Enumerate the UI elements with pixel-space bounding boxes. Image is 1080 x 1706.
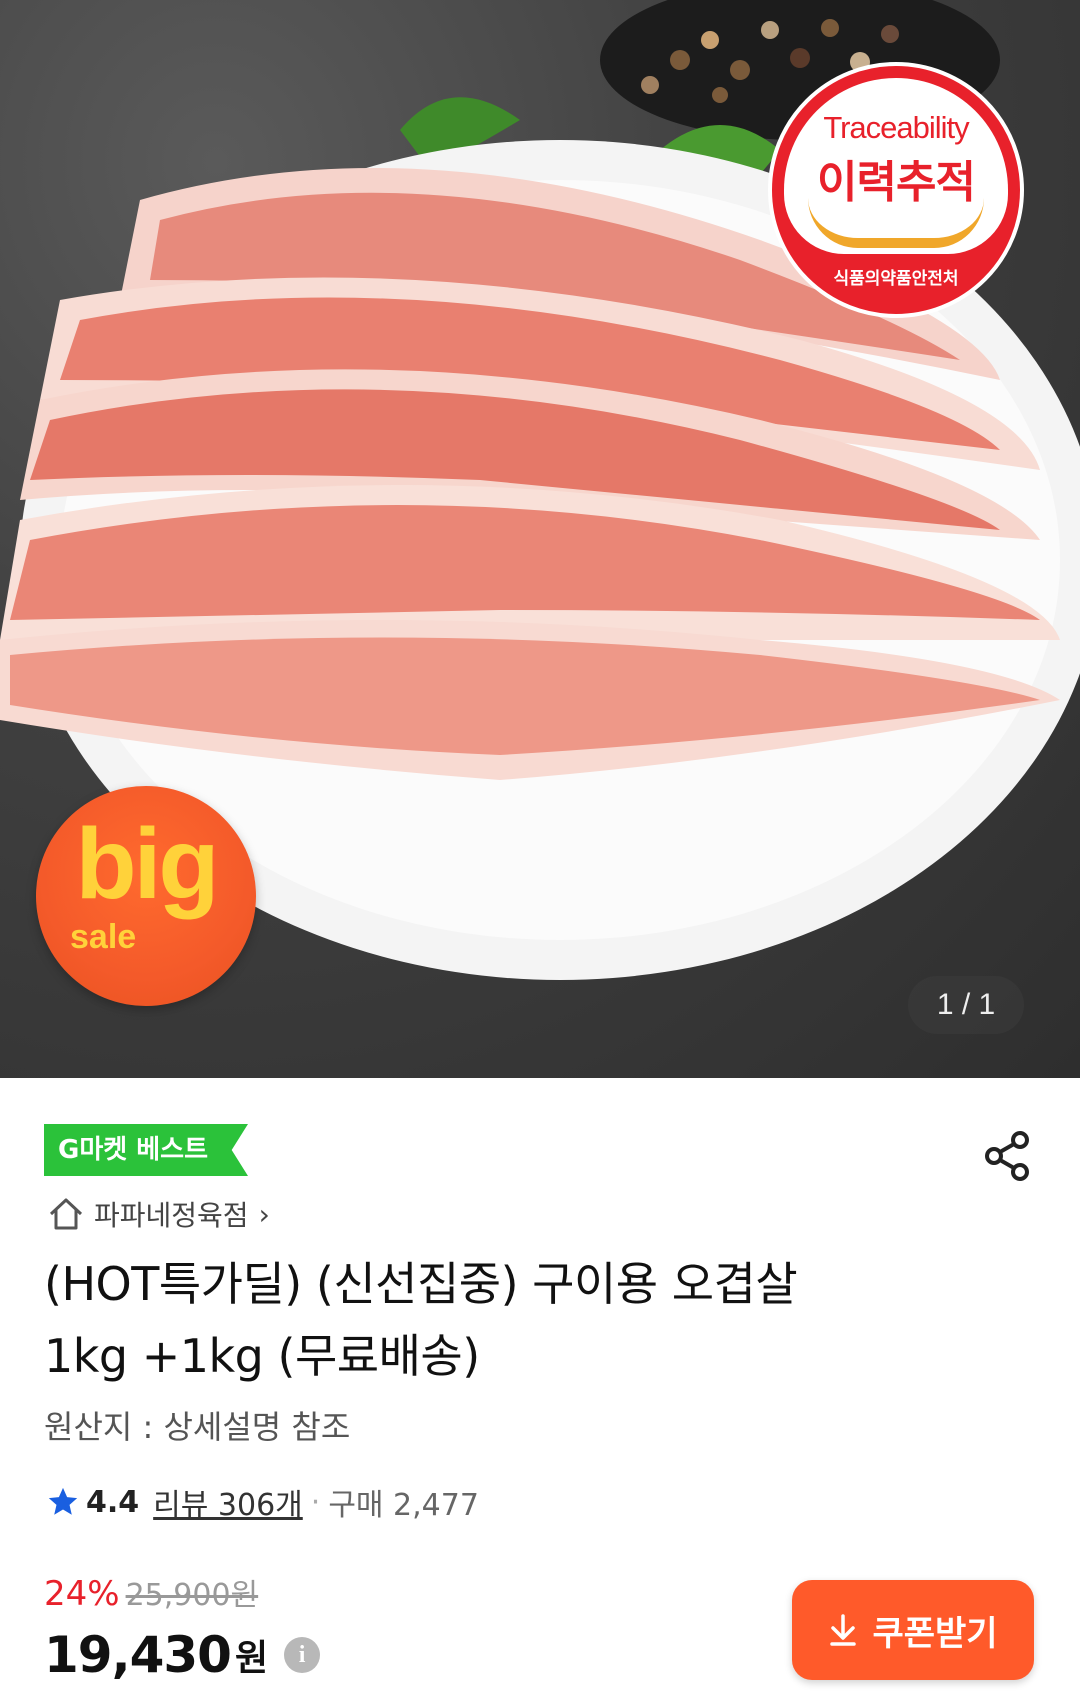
product-detail-page: Traceability 이력추적 식품의약품안전처 big sale 1 / …	[0, 0, 1080, 1706]
info-icon[interactable]: i	[284, 1637, 321, 1673]
share-icon	[985, 1131, 1029, 1181]
product-image-carousel[interactable]: Traceability 이력추적 식품의약품안전처 big sale 1 / …	[0, 0, 1080, 1078]
traceability-badge: Traceability 이력추적 식품의약품안전처	[768, 62, 1024, 318]
image-counter: 1 / 1	[908, 976, 1024, 1034]
traceability-english: Traceability	[823, 110, 969, 145]
home-icon	[49, 1198, 83, 1230]
separator-dot: ·	[310, 1484, 321, 1520]
rating-row: 4.4 리뷰 306개 · 구매 2,477	[46, 1478, 479, 1526]
sale-price: 19,430	[44, 1626, 232, 1684]
coupon-button-label: 쿠폰받기	[872, 1613, 998, 1654]
chevron-right-icon: ›	[258, 1197, 270, 1231]
discount-rate: 24%	[44, 1574, 120, 1614]
gmarket-best-badge: G마켓 베스트	[44, 1124, 248, 1176]
product-title: (HOT특가딜) (신선집중) 구이용 오겹살 1kg +1kg (무료배송)	[44, 1248, 1024, 1392]
store-name: 파파네정육점	[94, 1199, 249, 1232]
sale-badge-big: big	[75, 808, 220, 920]
sale-badge-sale: sale	[70, 918, 137, 956]
product-title-line-2: 1kg +1kg (무료배송)	[44, 1329, 480, 1383]
traceability-agency: 식품의약품안전처	[833, 269, 959, 289]
origin-info: 원산지 : 상세설명 참조	[44, 1408, 351, 1446]
download-icon	[830, 1614, 857, 1646]
star-icon	[48, 1487, 78, 1515]
purchase-count: 구매 2,477	[328, 1488, 479, 1523]
rating-score: 4.4	[86, 1484, 140, 1520]
price-row: 19,430 원 i	[44, 1620, 321, 1690]
discount-row: 24% 25,900원	[44, 1570, 258, 1618]
product-title-line-1: (HOT특가딜) (신선집중) 구이용 오겹살	[44, 1257, 798, 1311]
traceability-arc	[808, 198, 984, 248]
big-sale-badge: big sale	[36, 786, 256, 1006]
price-unit: 원	[234, 1638, 269, 1679]
share-button[interactable]	[978, 1126, 1038, 1186]
coupon-button[interactable]: 쿠폰받기	[792, 1580, 1034, 1680]
store-link[interactable]: 파파네정육점 ›	[48, 1192, 270, 1236]
original-price: 25,900원	[125, 1578, 259, 1613]
review-link[interactable]: 리뷰 306개	[153, 1480, 303, 1524]
